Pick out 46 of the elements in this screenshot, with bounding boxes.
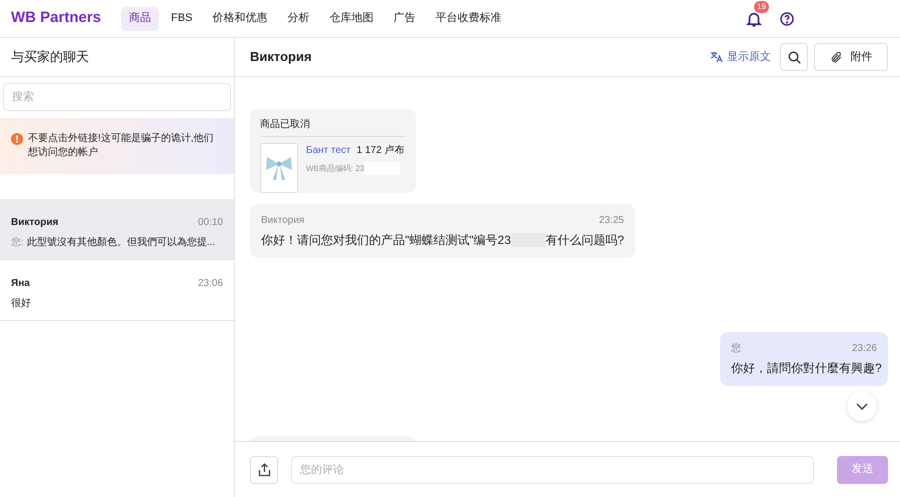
translate-button[interactable]: 显示原文 — [710, 48, 771, 66]
translate-icon — [710, 51, 723, 63]
warning-icon — [11, 133, 23, 145]
message-preview: 很好 — [11, 297, 31, 311]
nav-tab[interactable]: FBS — [163, 6, 200, 30]
nav-tab[interactable]: 仓库地图 — [321, 6, 382, 30]
sender-label: 您: — [11, 236, 24, 250]
comment-field[interactable]: 您的评论 — [291, 456, 814, 484]
product-code: WB商品编码: 23 — [306, 162, 364, 174]
message-text: 有什么问题吗? — [545, 232, 624, 249]
message-time: 00:10 — [198, 216, 223, 230]
message-author: Виктория — [261, 214, 304, 228]
nav-tab[interactable]: 商品 — [121, 6, 160, 30]
nav-tab[interactable]: 分析 — [279, 6, 318, 30]
paperclip-icon — [830, 50, 842, 64]
share-icon — [258, 462, 270, 476]
contact-name: Виктория — [11, 216, 58, 230]
nav-tab[interactable]: 价格和优惠 — [204, 6, 276, 30]
contact-name: Яна — [11, 277, 30, 291]
message-time: 23:26 — [852, 342, 877, 356]
upload-button[interactable] — [250, 456, 278, 484]
attach-button[interactable]: 附件 — [814, 43, 888, 71]
sidebar-title: 与买家的聊天 — [11, 48, 89, 66]
scroll-down-button[interactable] — [847, 391, 877, 421]
chat-title: Виктория — [250, 48, 313, 66]
nav-tab[interactable]: 平台收费标准 — [427, 6, 510, 30]
message-author: 您 — [731, 342, 741, 356]
chevron-down-icon — [856, 402, 868, 410]
notification-badge: 19 — [754, 0, 769, 12]
message-time: 23:25 — [598, 214, 624, 228]
search-icon — [788, 50, 800, 64]
search-field[interactable]: 搜索 — [3, 83, 231, 111]
bow-drawing — [264, 154, 294, 182]
message-time: 23:06 — [198, 277, 223, 291]
product-price: 1 172 卢布 — [356, 144, 404, 158]
message-text: 你好，請問你對什麼有興趣? — [731, 360, 882, 377]
search-button[interactable] — [780, 43, 808, 71]
message-preview: 此型號沒有其他顏色。但我們可以為您提... — [26, 236, 216, 250]
warning-text: 不要点击外链接!这可能是骗子的诡计,他们想访问您的帐户 — [28, 132, 215, 160]
product-link[interactable]: Бант тест — [306, 143, 351, 158]
message-text: 你好！请问您对我们的产品"蝴蝶结测试"编号23 — [261, 232, 511, 249]
nav-tab[interactable]: 广告 — [385, 6, 424, 30]
chat-item[interactable]: Виктория 00:10 您: 此型號沒有其他顏色。但我們可以為您提... — [0, 199, 234, 260]
help-icon[interactable] — [779, 10, 795, 26]
order-status: 商品已取消 — [260, 117, 406, 137]
logo[interactable]: WB Partners — [11, 7, 102, 30]
